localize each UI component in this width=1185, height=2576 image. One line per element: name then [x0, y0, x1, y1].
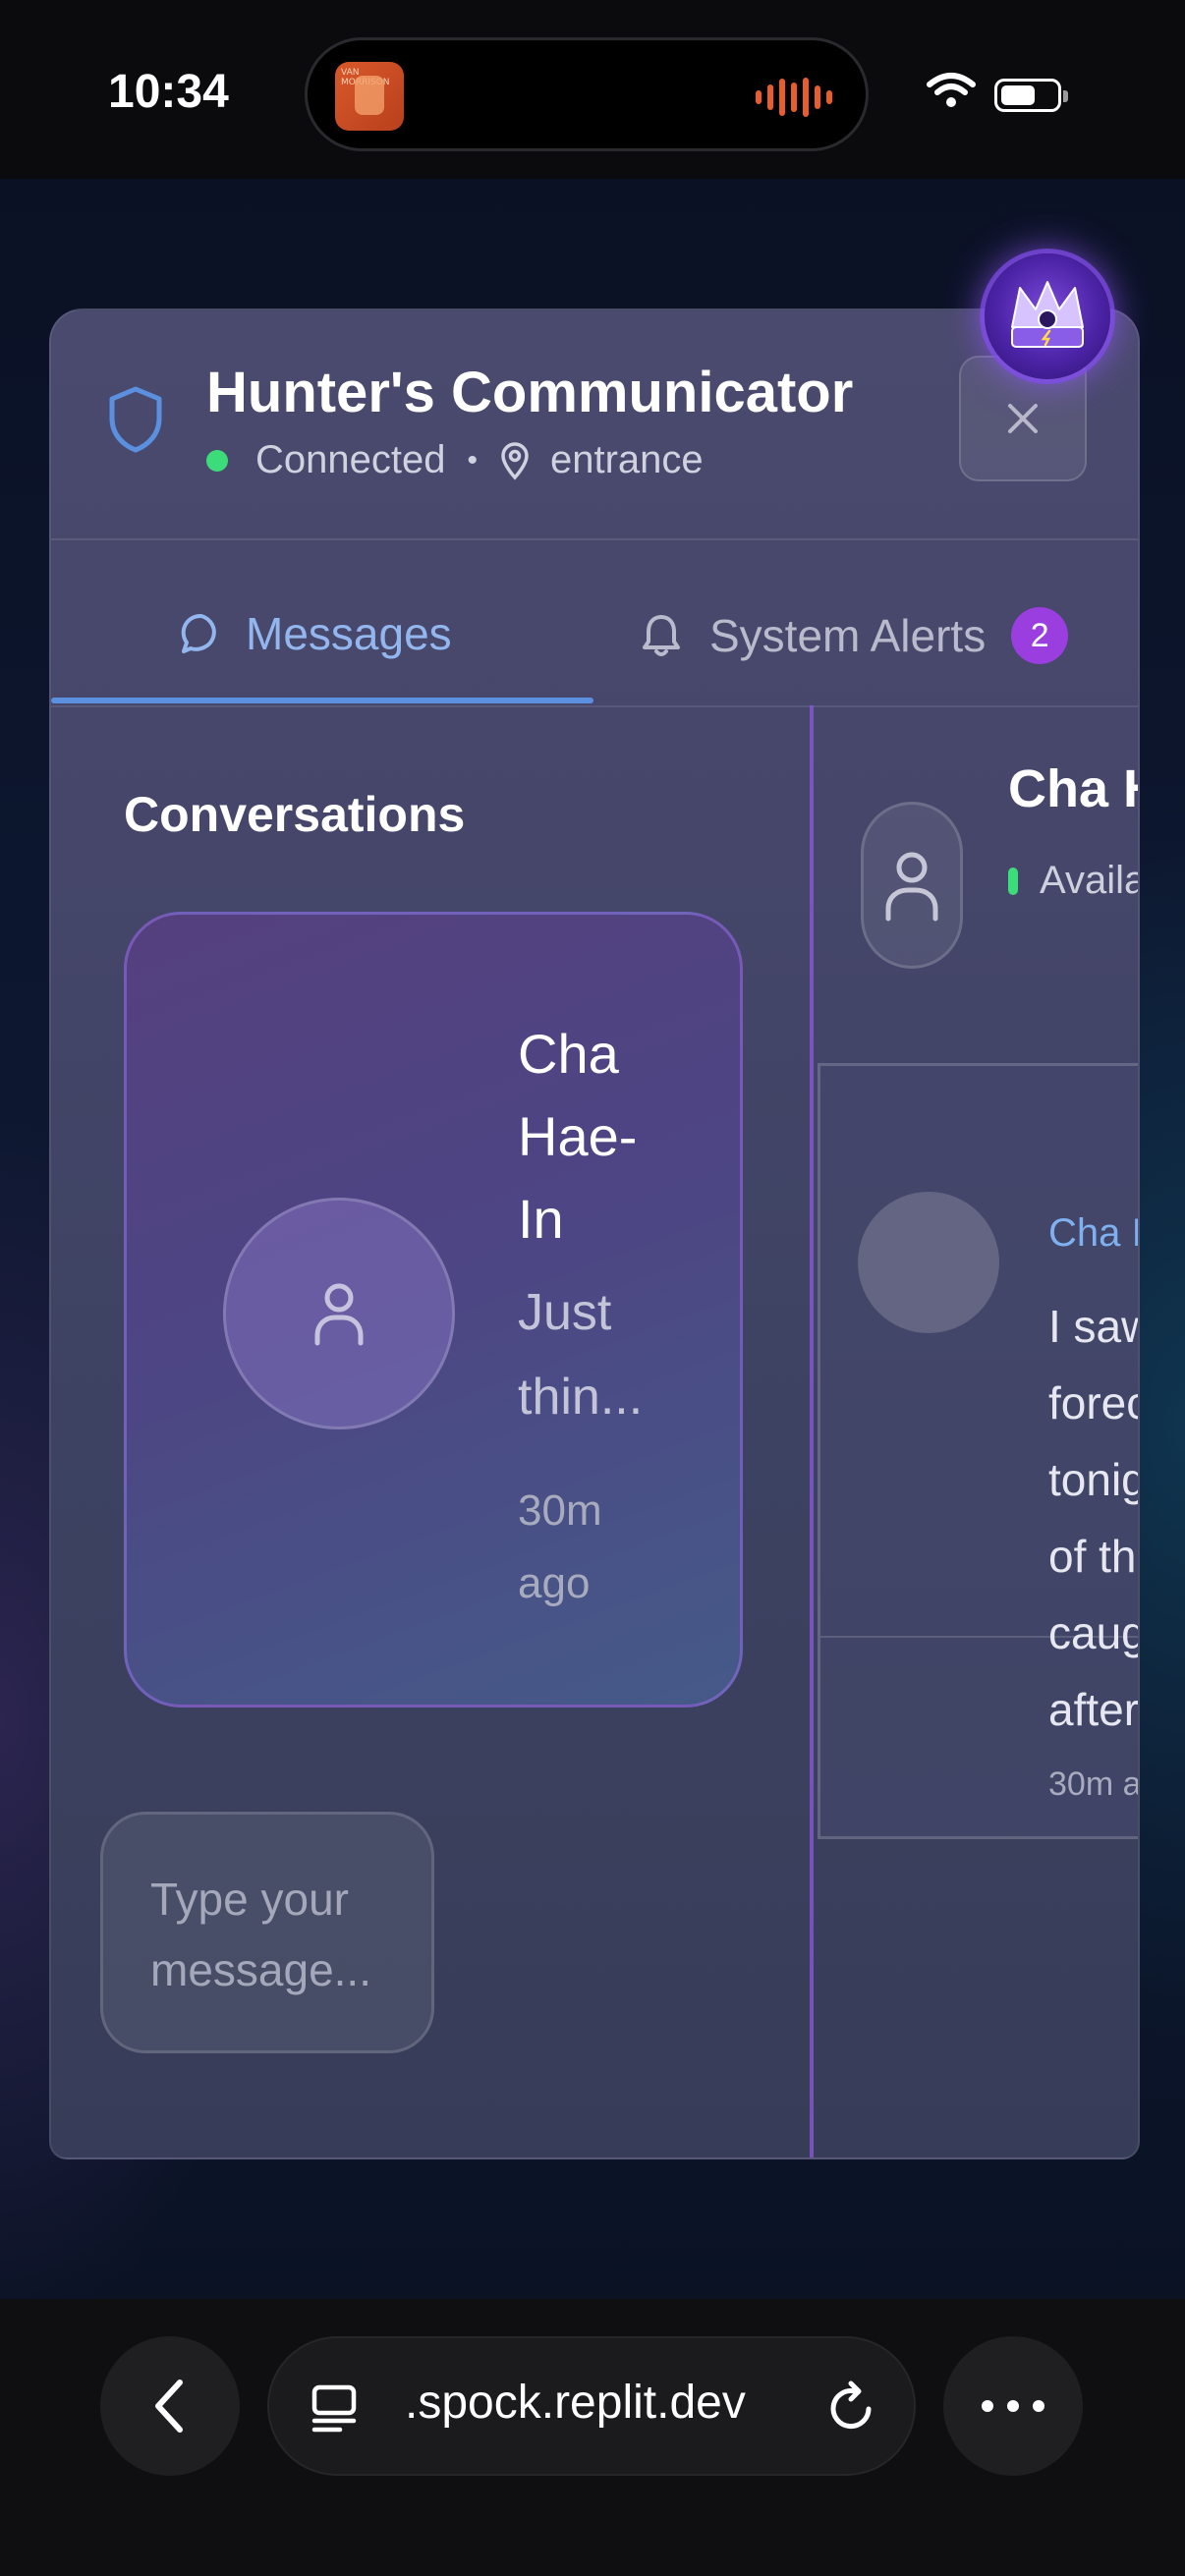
online-dot-icon: [206, 449, 228, 472]
more-options-button[interactable]: [943, 2336, 1083, 2476]
dot-icon: [982, 2400, 993, 2412]
available-dot-icon: [1008, 867, 1018, 895]
close-icon: [1008, 404, 1038, 433]
message-list: Cha I I saw forec tonig of th caug after…: [818, 1063, 1140, 1839]
status-time: 10:34: [108, 66, 229, 118]
tab-bar: Messages System Alerts 2: [51, 538, 1138, 707]
dot-icon: [1007, 2400, 1019, 2412]
conversation-name: Cha Hae-In: [518, 1023, 638, 1250]
bell-icon: [643, 615, 680, 656]
message-input-placeholder: Type your message...: [150, 1874, 371, 1995]
message-line: after: [1048, 1684, 1140, 1735]
conversation-item[interactable]: Cha Hae-In Just thin... 30m ago: [124, 912, 743, 1708]
dynamic-island[interactable]: VAN MORRISON: [305, 37, 869, 151]
message-bubble: Cha I I saw forec tonig of th caug after: [820, 1066, 1140, 1735]
chevron-left-icon: [155, 2380, 183, 2433]
url-text: .spock.replit.dev: [405, 2377, 746, 2429]
dot-icon: [1033, 2400, 1044, 2412]
chat-bubble-icon: [181, 613, 216, 653]
status-text: Connected: [255, 438, 446, 481]
panel-header: Hunter's Communicator Connected • entran…: [51, 310, 1138, 540]
location-pin-icon: [499, 441, 531, 480]
chat-contact-name: Cha H: [1008, 759, 1138, 818]
user-icon: [885, 852, 938, 922]
chat-status: Availa: [1008, 859, 1140, 903]
message-avatar: [858, 1192, 999, 1333]
status-bar: 10:34 VAN MORRISON: [0, 0, 1185, 179]
chat-status-text: Availa: [1040, 859, 1140, 902]
crown-badge-button[interactable]: [985, 253, 1110, 379]
communicator-panel: Hunter's Communicator Connected • entran…: [49, 308, 1140, 2159]
message-line: tonig: [1048, 1454, 1140, 1505]
message-line: caug: [1048, 1607, 1140, 1658]
reload-icon[interactable]: [825, 2380, 876, 2435]
message-text: I saw forec tonig of th caug after: [1048, 1288, 1140, 1748]
conversations-title: Conversations: [124, 787, 466, 842]
active-tab-indicator: [51, 698, 593, 703]
back-button[interactable]: [100, 2336, 240, 2476]
conversation-preview: Just thin...: [518, 1284, 644, 1426]
crown-icon: [1011, 281, 1084, 348]
address-bar[interactable]: .spock.replit.dev: [267, 2336, 916, 2476]
alerts-count-badge: 2: [1011, 607, 1069, 664]
browser-toolbar: .spock.replit.dev: [0, 2299, 1185, 2576]
conversation-time: 30m ago: [518, 1486, 602, 1607]
message-line: forec: [1048, 1377, 1140, 1428]
location-text: entrance: [550, 438, 704, 481]
chat-column: Cha H Availa Cha I I saw forec tonig of …: [814, 705, 1140, 2157]
tab-messages-label: Messages: [246, 608, 452, 659]
chat-avatar: [861, 802, 963, 969]
status-separator: •: [467, 443, 478, 476]
album-art-icon: VAN MORRISON: [335, 62, 404, 131]
battery-icon: [994, 79, 1068, 112]
chat-header: Cha H Availa: [814, 705, 1138, 1063]
message-sender: Cha I: [1048, 1211, 1140, 1255]
tab-overview-icon: [311, 2384, 357, 2433]
tab-system-alerts[interactable]: System Alerts 2: [641, 607, 1069, 664]
message-line: of th: [1048, 1531, 1137, 1582]
message-input[interactable]: Type your message...: [100, 1812, 434, 2053]
page-title: Hunter's Communicator: [206, 361, 854, 424]
message-line: I saw: [1048, 1301, 1138, 1352]
user-icon: [314, 1283, 364, 1346]
shield-icon: [109, 386, 162, 453]
wifi-icon: [927, 73, 976, 107]
connection-status: Connected • entrance: [206, 438, 704, 482]
avatar: [223, 1198, 455, 1429]
audio-waveform-icon: [756, 78, 832, 117]
message-time: 30m a: [1048, 1765, 1140, 1803]
tab-messages[interactable]: Messages: [179, 607, 452, 660]
tab-alerts-label: System Alerts: [709, 610, 987, 661]
